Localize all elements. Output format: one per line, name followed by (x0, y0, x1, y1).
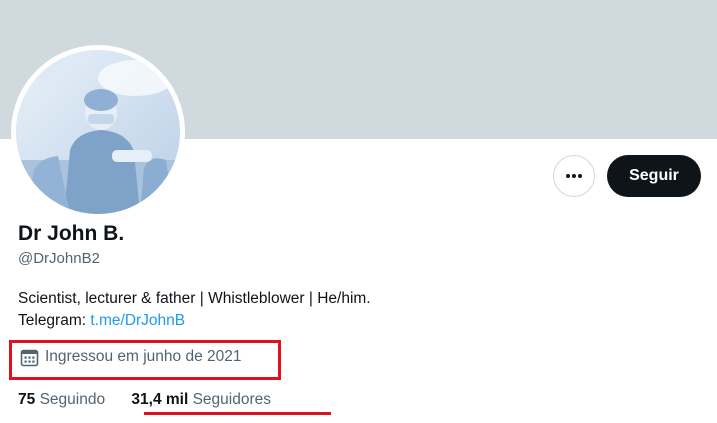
follow-button-label: Seguir (629, 167, 679, 184)
followers-count: 31,4 mil (131, 391, 189, 408)
join-date: Ingressou em junho de 2021 (20, 347, 241, 367)
following-label: Seguindo (39, 391, 106, 408)
user-handle: @DrJohnB2 (18, 250, 100, 267)
profile-page: Seguir Dr John B. @DrJohnB2 Scientist, l… (0, 0, 717, 423)
more-options-button[interactable] (553, 155, 595, 197)
followers-stat[interactable]: 31,4 mil Seguidores (131, 390, 271, 410)
highlight-underline (144, 412, 331, 415)
followers-label: Seguidores (192, 391, 271, 408)
avatar-ring (11, 45, 185, 219)
join-date-text: Ingressou em junho de 2021 (45, 348, 242, 365)
following-stat[interactable]: 75 Seguindo (18, 390, 105, 410)
telegram-link[interactable]: t.me/DrJohnB (90, 312, 185, 329)
bio-telegram-line: Telegram: t.me/DrJohnB (18, 310, 371, 332)
profile-bio: Scientist, lecturer & father | Whistlebl… (18, 288, 371, 332)
follow-button[interactable]: Seguir (607, 155, 701, 197)
bio-line: Scientist, lecturer & father | Whistlebl… (18, 290, 371, 307)
avatar-photo (16, 50, 180, 214)
following-count: 75 (18, 391, 36, 408)
bio-telegram-prefix: Telegram: (18, 312, 91, 329)
more-icon (566, 174, 582, 178)
avatar[interactable] (16, 50, 180, 214)
display-name: Dr John B. (18, 222, 125, 245)
follow-stats: 75 Seguindo 31,4 mil Seguidores (18, 390, 271, 410)
calendar-icon (20, 348, 39, 367)
